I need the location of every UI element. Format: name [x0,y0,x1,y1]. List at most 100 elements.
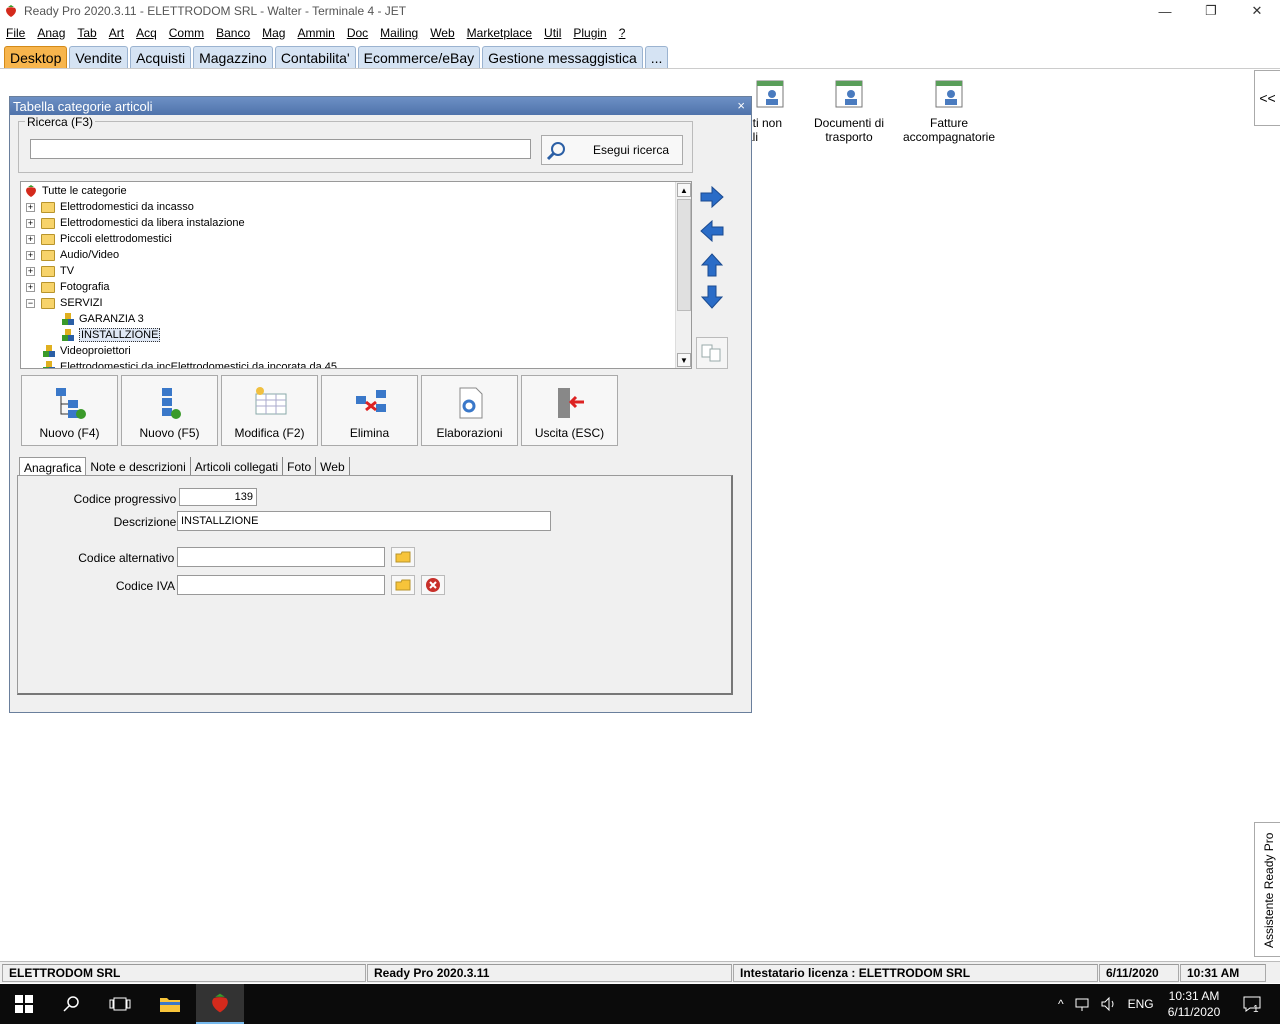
search-input[interactable] [30,139,531,159]
tree-item-folder[interactable]: + TV [26,263,74,279]
task-view-button[interactable] [96,984,144,1024]
search-button[interactable]: Esegui ricerca [541,135,683,165]
tree-scrollbar[interactable]: ▲ ▼ [675,182,691,368]
codice-iva-lookup-button[interactable] [391,575,415,595]
network-icon[interactable] [1074,996,1092,1012]
tab-more[interactable]: ... [644,46,669,68]
minimize-button[interactable]: — [1142,0,1188,22]
folder-icon [41,217,55,229]
menu-web[interactable]: Web [424,26,460,40]
tab-foto[interactable]: Foto [283,457,317,477]
menu-ammin[interactable]: Ammin [291,26,340,40]
tab-web[interactable]: Web [316,457,350,477]
expand-toggle[interactable]: + [26,202,35,212]
collapse-toggle[interactable]: − [26,298,35,308]
tree-item-label: Elettrodomestici da incasso [60,201,194,213]
dialog-close-button[interactable]: × [737,98,745,113]
move-up-button[interactable] [696,249,728,281]
menu-comm[interactable]: Comm [163,26,210,40]
menu-tab[interactable]: Tab [71,26,102,40]
tab-articoli-collegati[interactable]: Articoli collegati [191,457,284,477]
move-left-button[interactable] [696,215,728,247]
tab-contabilita[interactable]: Contabilita' [274,46,356,68]
scroll-down-arrow-icon[interactable]: ▼ [677,353,691,367]
volume-icon[interactable] [1100,996,1118,1012]
menu-banco[interactable]: Banco [210,26,256,40]
taskbar-clock[interactable]: 10:31 AM 6/11/2020 [1162,988,1226,1020]
start-button[interactable] [0,984,48,1024]
ready-pro-taskbar-button[interactable] [196,984,244,1024]
file-explorer-button[interactable] [146,984,194,1024]
tree-item-label: INSTALLZIONE [79,328,161,342]
menu-util[interactable]: Util [538,26,567,40]
tree-item-folder[interactable]: + Piccoli elettrodomestici [26,231,172,247]
menu-plugin[interactable]: Plugin [567,26,612,40]
arrow-left-icon [700,220,724,242]
tree-item-folder[interactable]: + Fotografia [26,279,110,295]
search-taskbar-button[interactable] [48,984,96,1024]
codice-progressivo-field[interactable]: 139 [179,488,257,506]
tree-item-node[interactable]: GARANZIA 3 [61,311,144,327]
codice-iva-clear-button[interactable] [421,575,445,595]
scroll-up-arrow-icon[interactable]: ▲ [677,183,691,197]
codice-iva-field[interactable] [177,575,385,595]
chevron-up-icon[interactable]: ^ [1058,997,1064,1011]
assistente-panel-tab[interactable]: Assistente Ready Pro [1254,822,1280,957]
restore-button[interactable]: ❐ [1188,0,1234,22]
modifica-f2-button[interactable]: Modifica (F2) [221,375,318,446]
language-indicator[interactable]: ENG [1128,997,1154,1011]
tree-item-folder[interactable]: + Elettrodomestici da libera instalazion… [26,215,245,231]
notification-center-button[interactable]: 1 [1232,984,1272,1024]
tree-item-folder[interactable]: + Elettrodomestici da incasso [26,199,194,215]
expand-toggle[interactable]: + [26,250,35,260]
menu-doc[interactable]: Doc [341,26,374,40]
main-tab-strip: Desktop Vendite Acquisti Magazzino Conta… [0,44,1280,68]
category-tree[interactable]: Tutte le categorie + Elettrodomestici da… [20,181,692,369]
nuovo-f5-button[interactable]: Nuovo (F5) [121,375,218,446]
tab-acquisti[interactable]: Acquisti [130,46,192,68]
menu-file[interactable]: File [0,26,31,40]
arrow-down-icon [701,285,723,309]
close-button[interactable]: ✕ [1234,0,1280,22]
elimina-button[interactable]: Elimina [321,375,418,446]
menu-acq[interactable]: Acq [130,26,163,40]
nuovo-f4-button[interactable]: Nuovo (F4) [21,375,118,446]
status-license: Intestatario licenza : ELETTRODOM SRL [733,964,1098,982]
menu-art[interactable]: Art [103,26,130,40]
menu-mailing[interactable]: Mailing [374,26,424,40]
sidebar-toggle-button[interactable]: << [1254,70,1280,126]
tree-item-folder[interactable]: + Audio/Video [26,247,119,263]
menu-marketplace[interactable]: Marketplace [461,26,538,40]
expand-toggle[interactable]: + [26,266,35,276]
desktop-icon-fatture-accompagnatorie[interactable]: Fatture accompagnatorie [899,69,999,144]
expand-toggle[interactable]: + [26,218,35,228]
move-right-button[interactable] [696,181,728,213]
tab-messaggistica[interactable]: Gestione messaggistica [482,46,643,68]
tree-item-node-selected[interactable]: INSTALLZIONE [61,327,161,343]
codice-alternativo-field[interactable] [177,547,385,567]
tab-magazzino[interactable]: Magazzino [193,46,273,68]
notification-icon [1243,996,1261,1012]
tree-item-node[interactable]: Videoproiettori [42,343,131,359]
tab-note-descrizioni[interactable]: Note e descrizioni [86,457,191,477]
menu-help[interactable]: ? [613,26,632,40]
expand-toggle[interactable]: + [26,282,35,292]
expand-toggle[interactable]: + [26,234,35,244]
menu-anag[interactable]: Anag [31,26,71,40]
menu-mag[interactable]: Mag [256,26,291,40]
tab-desktop[interactable]: Desktop [4,46,68,68]
elaborazioni-button[interactable]: Elaborazioni [421,375,518,446]
copy-button[interactable] [696,337,728,369]
move-down-button[interactable] [696,281,728,313]
scroll-thumb[interactable] [677,199,691,311]
tab-ecommerce[interactable]: Ecommerce/eBay [357,46,481,68]
desktop-icon-documenti-trasporto[interactable]: Documenti di trasporto [799,69,899,144]
tab-vendite[interactable]: Vendite [69,46,129,68]
codice-alternativo-lookup-button[interactable] [391,547,415,567]
open-folder-icon [395,579,411,591]
descrizione-field[interactable]: INSTALLZIONE [177,511,551,531]
tree-item-folder[interactable]: − SERVIZI [26,295,103,311]
tree-item-node[interactable]: Elettrodomestici da incElettrodomestici … [42,359,337,368]
tree-item-root[interactable]: Tutte le categorie [24,183,127,199]
uscita-esc-button[interactable]: Uscita (ESC) [521,375,618,446]
